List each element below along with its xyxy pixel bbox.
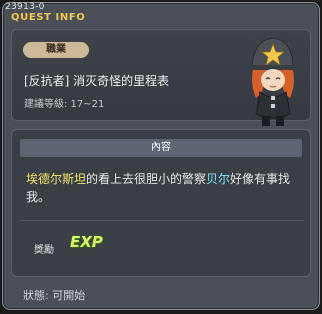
- description-text-1: 的看上去很胆小的警察: [86, 172, 207, 186]
- quest-id: 23913-0: [5, 2, 45, 12]
- exp-icon: EXP: [70, 233, 103, 251]
- reward-label: 獎勵: [34, 245, 54, 256]
- quest-info-window: 23913-0 QUEST INFO 職業 [反抗者] 消灭奇怪的里程表 建議等…: [2, 2, 320, 310]
- divider: [20, 220, 304, 221]
- content-heading: 內容: [20, 139, 302, 157]
- npc-name-1: 埃德尔斯坦: [26, 172, 87, 186]
- recommended-level: 建議等級: 17~21: [24, 99, 105, 110]
- quest-body-panel: 內容 埃德尔斯坦的看上去很胆小的警察贝尔好像有事找我。 獎勵 EXP: [11, 129, 311, 277]
- window-title: QUEST INFO: [11, 12, 86, 23]
- npc-name-2: 贝尔: [206, 172, 231, 186]
- quest-description: 埃德尔斯坦的看上去很胆小的警察贝尔好像有事找我。: [26, 170, 304, 206]
- quest-status: 狀態: 可開始: [23, 289, 86, 302]
- quest-header-panel: 職業 [反抗者] 消灭奇怪的里程表 建議等級: 17~21: [11, 29, 311, 126]
- job-badge: 職業: [23, 42, 89, 58]
- quest-title: [反抗者] 消灭奇怪的里程表: [24, 74, 170, 88]
- npc-portrait-icon: [251, 37, 295, 126]
